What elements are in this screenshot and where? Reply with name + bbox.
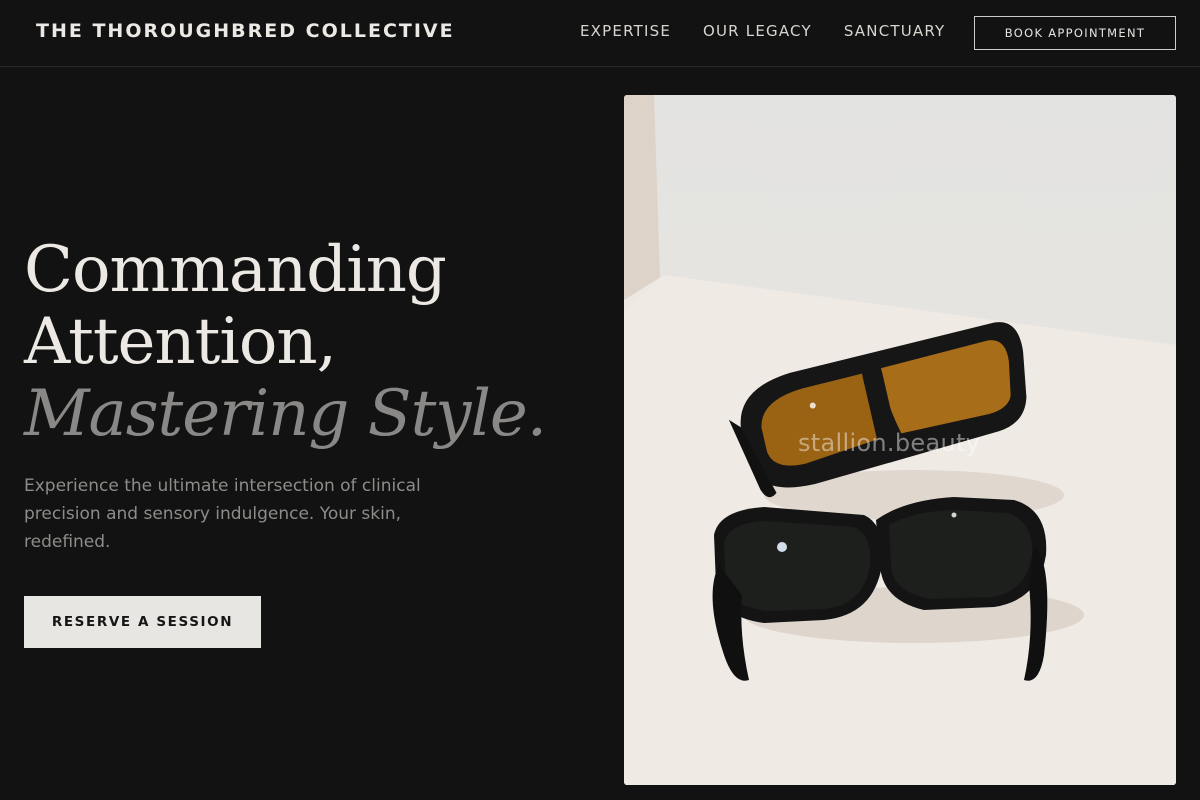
brand-logo[interactable]: THE THOROUGHBRED COLLECTIVE	[36, 20, 455, 42]
main-nav: EXPERTISE OUR LEGACY SANCTUARY	[580, 22, 945, 40]
site-header: THE THOROUGHBRED COLLECTIVE EXPERTISE OU…	[0, 0, 1200, 67]
nav-link-our-legacy[interactable]: OUR LEGACY	[703, 22, 812, 40]
image-watermark: stallion.beauty	[798, 429, 981, 457]
headline-line-2: Attention,	[24, 305, 337, 379]
book-appointment-button[interactable]: BOOK APPOINTMENT	[974, 16, 1176, 50]
headline-accent: Mastering Style.	[24, 377, 547, 451]
hero-photo: stallion.beauty	[624, 95, 1176, 785]
nav-link-expertise[interactable]: EXPERTISE	[580, 22, 671, 40]
hero-headline: Commanding Attention, Mastering Style.	[24, 233, 547, 451]
nav-link-sanctuary[interactable]: SANCTUARY	[844, 22, 946, 40]
reserve-session-button[interactable]: RESERVE A SESSION	[24, 596, 261, 648]
hero-subcopy: Experience the ultimate intersection of …	[24, 476, 421, 552]
headline-line-1: Commanding	[24, 233, 447, 307]
